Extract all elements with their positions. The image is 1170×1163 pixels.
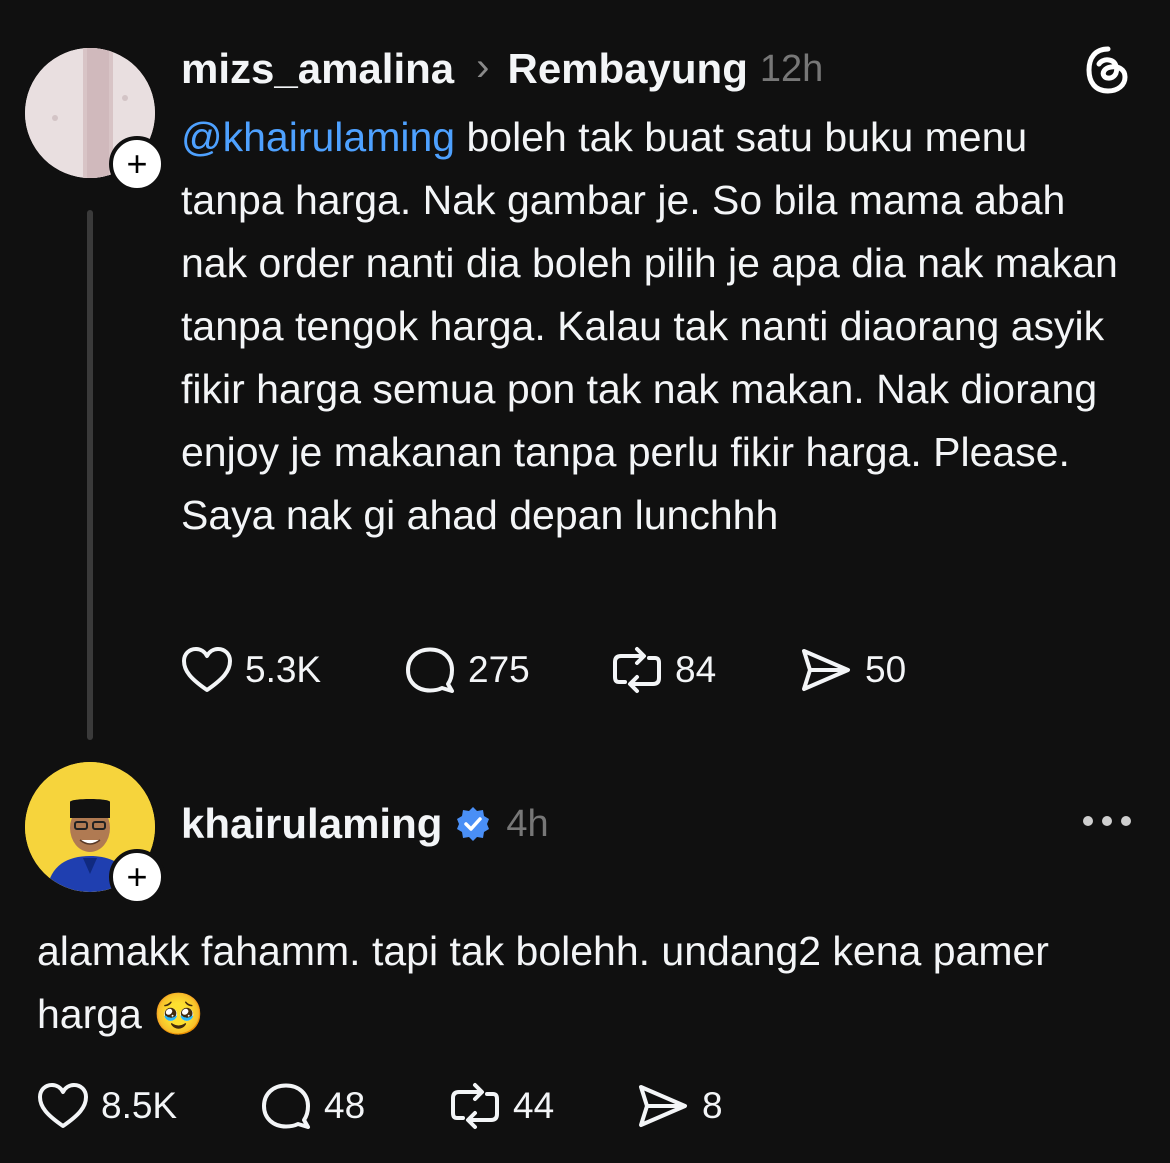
pleading-face-emoji: 🥹 xyxy=(153,991,205,1037)
share-count: 50 xyxy=(865,649,907,690)
post-header: mizs_amalina › Rembayung 12h xyxy=(181,42,823,96)
repost-icon xyxy=(613,647,661,693)
plus-icon: + xyxy=(126,856,148,897)
like-count: 5.3K xyxy=(245,649,322,690)
thread-line xyxy=(87,210,93,740)
plus-icon: + xyxy=(126,143,148,184)
share-count: 8 xyxy=(702,1085,723,1126)
like-button[interactable]: 8.5K xyxy=(37,1082,177,1130)
post-time: 12h xyxy=(759,47,824,90)
heart-icon xyxy=(38,1083,88,1128)
share-icon xyxy=(639,1085,687,1127)
reply-time: 4h xyxy=(506,802,549,845)
repost-count: 84 xyxy=(675,649,717,690)
username[interactable]: mizs_amalina xyxy=(181,45,454,93)
topic-tag[interactable]: Rembayung xyxy=(507,45,747,93)
share-button[interactable]: 50 xyxy=(799,646,906,694)
repost-button[interactable]: 84 xyxy=(611,646,716,694)
like-button[interactable]: 5.3K xyxy=(181,646,321,694)
share-icon xyxy=(802,649,850,691)
follow-plus-button[interactable]: + xyxy=(109,136,165,192)
comment-button[interactable]: 275 xyxy=(404,646,530,694)
repost-icon xyxy=(451,1083,499,1129)
post-body: boleh tak buat satu buku menu tanpa harg… xyxy=(181,114,1118,538)
comment-button[interactable]: 48 xyxy=(260,1082,365,1130)
comment-icon xyxy=(406,647,454,693)
more-icon[interactable] xyxy=(1083,816,1131,826)
mention-link[interactable]: @khairulaming xyxy=(181,114,455,160)
reply-header: khairulaming 4h xyxy=(181,797,549,851)
follow-plus-button[interactable]: + xyxy=(109,849,165,905)
verified-badge-icon xyxy=(457,807,490,841)
comment-count: 275 xyxy=(468,649,530,690)
share-button[interactable]: 8 xyxy=(636,1082,723,1130)
heart-icon xyxy=(182,647,232,692)
like-count: 8.5K xyxy=(101,1085,178,1126)
threads-logo-icon[interactable] xyxy=(1082,44,1134,101)
comment-count: 48 xyxy=(324,1085,366,1126)
reply-text: alamakk fahamm. tapi tak bolehh. undang2… xyxy=(37,920,1097,1046)
username[interactable]: khairulaming xyxy=(181,800,442,848)
post-text: @khairulaming boleh tak buat satu buku m… xyxy=(181,106,1141,547)
repost-button[interactable]: 44 xyxy=(449,1082,554,1130)
repost-count: 44 xyxy=(513,1085,555,1126)
chevron-right-icon: › xyxy=(476,44,490,89)
comment-icon xyxy=(262,1083,310,1129)
